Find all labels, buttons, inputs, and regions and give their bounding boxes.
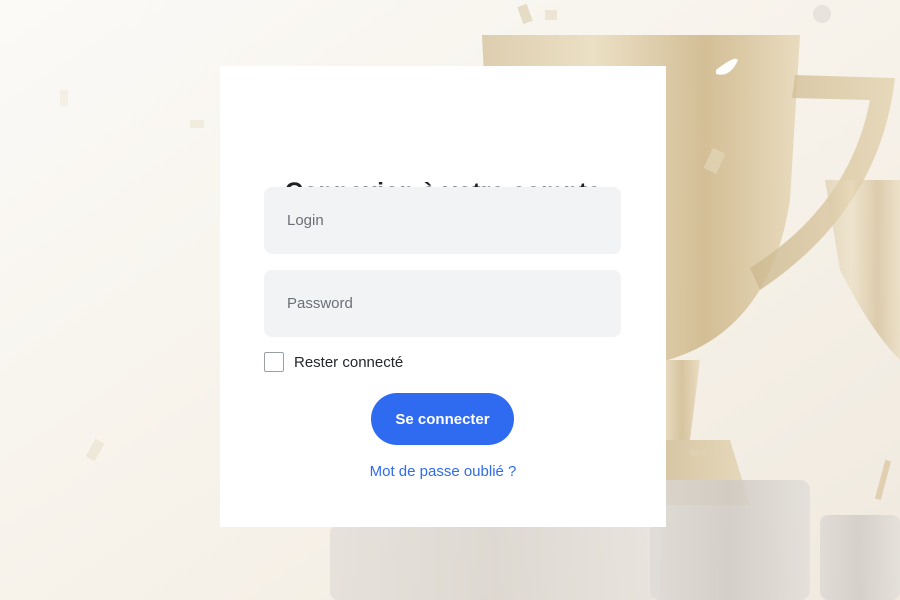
remember-me-option[interactable]: Rester connecté [264, 352, 403, 372]
forgot-password-link[interactable]: Mot de passe oublié ? [220, 463, 666, 480]
remember-me-label: Rester connecté [294, 353, 404, 371]
remember-me-checkbox[interactable] [264, 352, 284, 372]
password-input[interactable] [264, 270, 621, 337]
login-card: Connexion à votre compte Rester connecté… [220, 66, 666, 527]
login-submit-button[interactable]: Se connecter [371, 393, 514, 445]
login-input[interactable] [264, 187, 621, 254]
